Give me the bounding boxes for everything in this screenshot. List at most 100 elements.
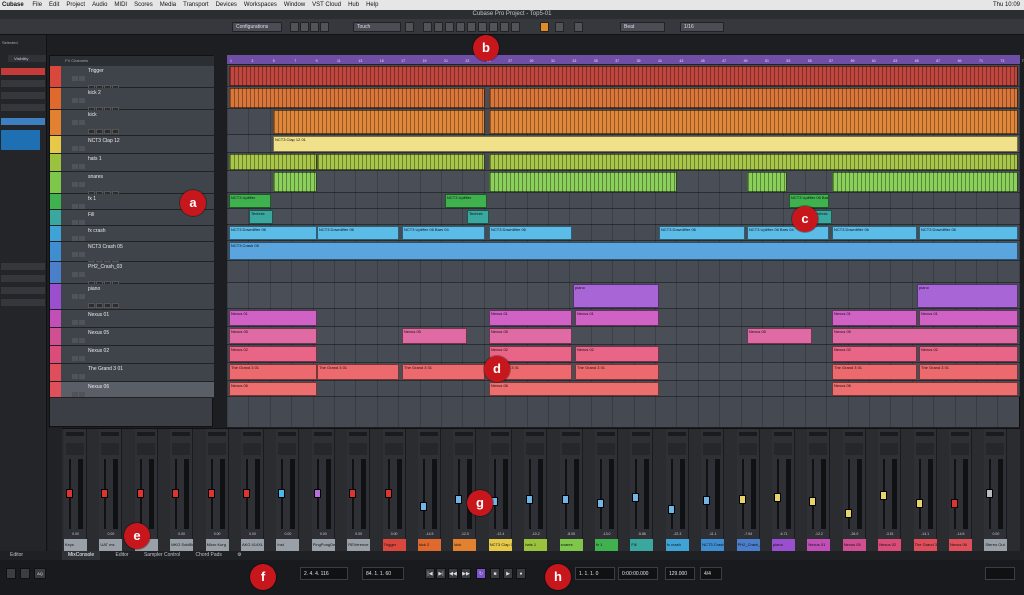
track-row[interactable]: kick: [50, 110, 214, 136]
erase-tool-icon[interactable]: [456, 22, 465, 32]
menu-item[interactable]: Scores: [134, 0, 153, 10]
fader-handle[interactable]: [738, 495, 746, 504]
mute-button[interactable]: [72, 236, 78, 241]
channel-name[interactable]: Nexus 02: [878, 539, 902, 551]
event-clip[interactable]: The Grand 3 01: [832, 364, 917, 380]
track-row[interactable]: Nexus 06: [50, 382, 214, 398]
fader-handle[interactable]: [207, 489, 215, 498]
track-controls[interactable]: [88, 357, 148, 370]
mute-solo-buttons[interactable]: [72, 228, 86, 241]
inspector-row-1[interactable]: [1, 68, 45, 75]
transport-left-button-2[interactable]: [20, 568, 30, 579]
track-controls[interactable]: [88, 77, 148, 90]
rewind-icon[interactable]: ◀◀: [448, 568, 458, 579]
channel-name[interactable]: fx 1: [595, 539, 618, 551]
track-row[interactable]: Nexus 02: [50, 346, 214, 370]
event-clip[interactable]: NCT3 Downlifter 06: [317, 226, 399, 240]
fader-handle[interactable]: [172, 489, 180, 498]
event-clip[interactable]: [317, 154, 485, 170]
track-name[interactable]: Nexus 02: [88, 348, 109, 354]
insert-slot[interactable]: [809, 443, 828, 455]
track-controls[interactable]: [88, 99, 148, 112]
tab-mixconsole[interactable]: MixConsole: [62, 551, 101, 560]
menu-item[interactable]: Audio: [92, 0, 107, 10]
position-display[interactable]: 1. 1. 1. 0: [575, 567, 615, 580]
track-row[interactable]: hats 1: [50, 154, 214, 178]
event-clip[interactable]: Nexus 05: [747, 328, 812, 344]
signature-display[interactable]: 4/4: [700, 567, 722, 580]
inspector-row-5[interactable]: [1, 118, 45, 125]
fader-handle[interactable]: [313, 489, 321, 498]
automation-mode-dropdown[interactable]: Touch: [353, 22, 401, 32]
menu-item[interactable]: MIDI: [114, 0, 127, 10]
solo-button[interactable]: [79, 120, 85, 125]
event-clip[interactable]: NCT3 Downlifter 06: [229, 226, 317, 240]
solo-button[interactable]: [79, 236, 85, 241]
event-clip[interactable]: NCT3 Downlifter 06: [659, 226, 745, 240]
channel-name[interactable]: PingPongDelay: [311, 539, 335, 551]
event-clip[interactable]: [489, 110, 1018, 134]
fader-handle[interactable]: [951, 499, 958, 508]
channel-name[interactable]: kick: [453, 539, 477, 551]
channel-name[interactable]: PH2_Crash_03: [736, 539, 760, 551]
event-clip[interactable]: Nexus 02: [575, 346, 659, 362]
mute-button[interactable]: [72, 98, 78, 103]
insert-slot[interactable]: [738, 443, 757, 455]
event-display[interactable]: NCT3 Clap 12 01 NCT3 Uplifter NCT3 Uplifte…: [227, 65, 1020, 427]
event-clip[interactable]: Nexus 01: [229, 310, 317, 326]
fader-handle[interactable]: [420, 502, 427, 511]
solo-button[interactable]: [79, 204, 85, 209]
mute-solo-buttons[interactable]: [72, 366, 86, 379]
track-controls[interactable]: [88, 339, 148, 352]
fader-handle[interactable]: [986, 489, 994, 498]
track-name[interactable]: hats 1: [88, 156, 102, 162]
solo-button[interactable]: [79, 98, 85, 103]
event-clip[interactable]: Nexus 06: [229, 382, 317, 396]
track-controls[interactable]: [88, 295, 148, 308]
track-controls[interactable]: [88, 375, 148, 388]
tab-sampler-control[interactable]: Sampler Control: [144, 551, 180, 560]
track-row[interactable]: kick 2: [50, 88, 214, 112]
inspector-row-8[interactable]: [1, 287, 45, 294]
pan-control[interactable]: [738, 432, 757, 436]
mute-solo-buttons[interactable]: [72, 68, 86, 81]
track-control-button[interactable]: [88, 303, 95, 308]
track-name[interactable]: Nexus 05: [88, 330, 109, 336]
pan-control[interactable]: [278, 432, 297, 436]
inspector-row-6[interactable]: [1, 263, 45, 270]
inspector-row-7[interactable]: [1, 275, 45, 282]
channel-name[interactable]: kick 2: [418, 539, 441, 551]
pan-control[interactable]: [243, 432, 261, 436]
channel-name[interactable]: Keys: [64, 539, 87, 551]
track-name[interactable]: PH2_Crash_03: [88, 264, 122, 270]
channel-name[interactable]: Fill: [630, 539, 654, 551]
mute-solo-buttons[interactable]: [72, 312, 86, 325]
track-control-button[interactable]: [88, 129, 95, 134]
pan-control[interactable]: [809, 432, 828, 436]
pan-control[interactable]: [66, 432, 84, 436]
event-clip[interactable]: [273, 172, 317, 192]
event-clip[interactable]: [489, 88, 1018, 108]
color-tool-icon[interactable]: [540, 22, 549, 32]
tempo-display[interactable]: 129.000: [665, 567, 695, 580]
pan-control[interactable]: [207, 432, 226, 436]
configurations-dropdown[interactable]: Configurations: [232, 22, 282, 32]
mute-solo-buttons[interactable]: [72, 286, 86, 299]
track-control-button[interactable]: [112, 303, 119, 308]
solo-button[interactable]: [79, 146, 85, 151]
fader-handle[interactable]: [809, 497, 817, 506]
event-clip[interactable]: NCT3 Uplifter 06 Bars 04: [747, 226, 829, 240]
channel-name[interactable]: REVerence: [347, 539, 371, 551]
pan-control[interactable]: [490, 432, 509, 436]
pan-control[interactable]: [667, 432, 686, 436]
track-control-button[interactable]: [104, 129, 111, 134]
split-tool-icon[interactable]: [434, 22, 443, 32]
glue-tool-icon[interactable]: [445, 22, 454, 32]
track-name[interactable]: NCT3 Crash 05: [88, 244, 123, 250]
mute-solo-buttons[interactable]: [72, 138, 86, 151]
grid-type-dropdown[interactable]: Beat: [620, 22, 665, 32]
mute-tool-icon[interactable]: [478, 22, 487, 32]
track-name[interactable]: fx crash: [88, 228, 106, 234]
mute-solo-buttons[interactable]: [72, 90, 86, 103]
track-controls[interactable]: [88, 183, 148, 196]
